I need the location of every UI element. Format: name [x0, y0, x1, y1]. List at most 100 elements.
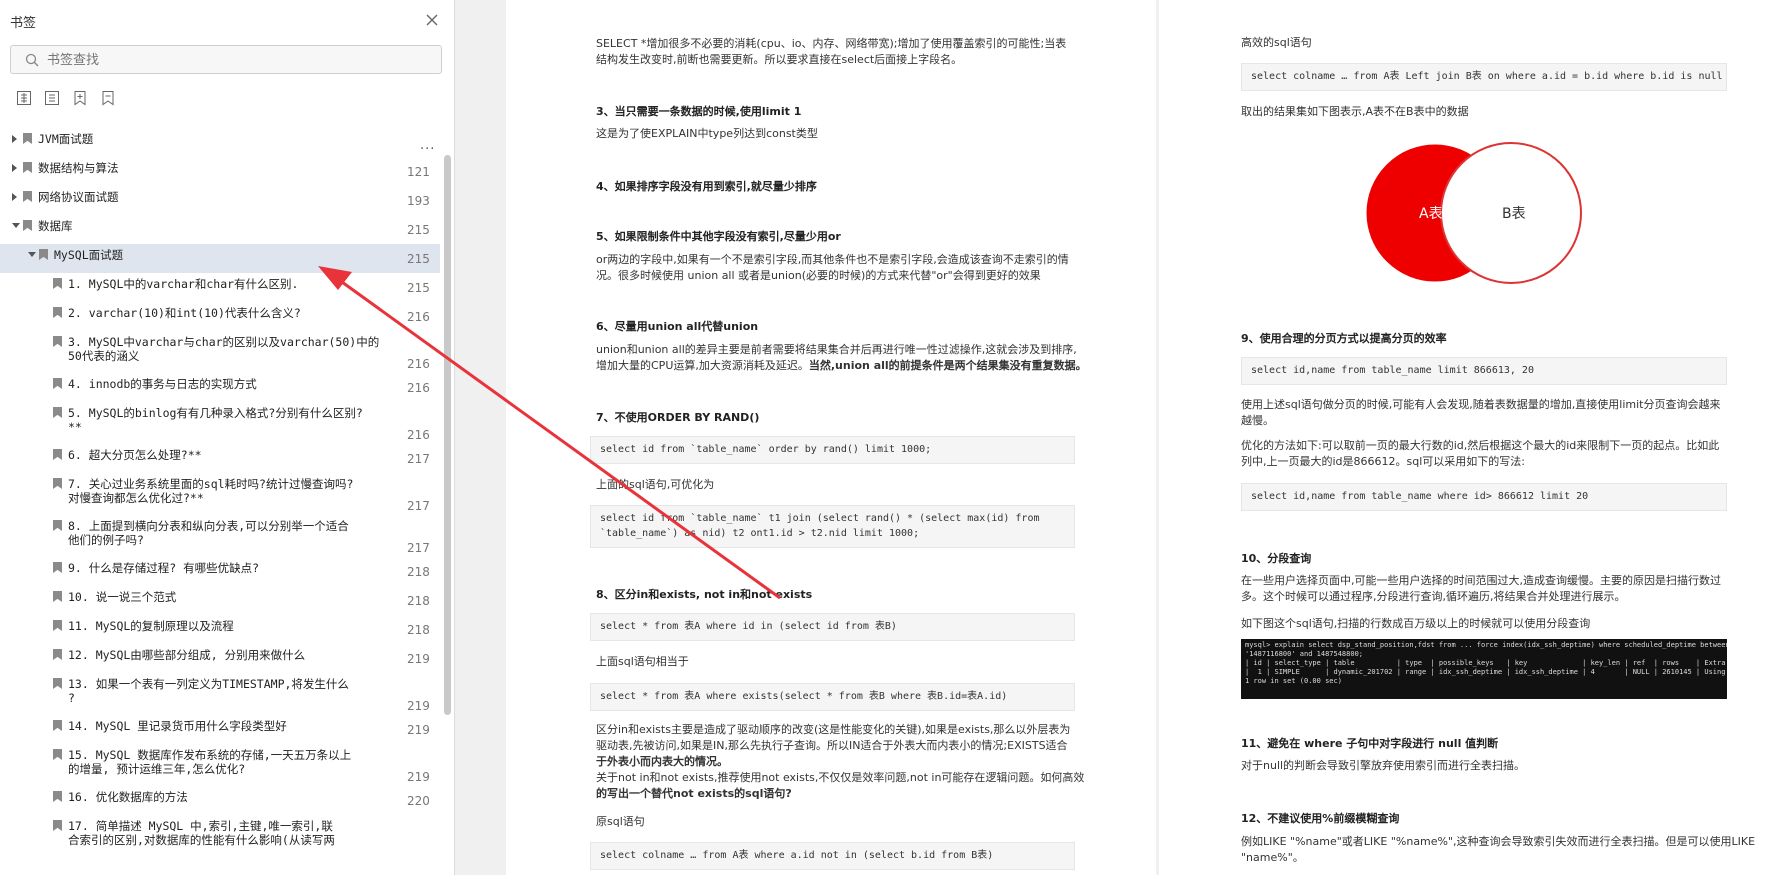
chevron-down-icon[interactable] [12, 223, 20, 228]
bookmark-item[interactable]: 15. MySQL 数据库作发布系统的存储,一天五万条以上 的增量, 预计运维三… [0, 744, 440, 786]
bookmark-icon [53, 749, 62, 760]
bookmark-page-number: 216 [407, 357, 430, 371]
bookmark-icon [53, 278, 62, 289]
code-block: select * from 表A where exists(select * f… [590, 683, 1075, 711]
code-block: select colname … from A表 Left join B表 on… [1241, 63, 1727, 91]
bookmark-item[interactable]: MySQL面试题 215 [0, 244, 440, 273]
bookmark-label: 13. 如果一个表有一列定义为TIMESTAMP,将发生什么 ? [68, 677, 349, 705]
bookmark-label: 1. MySQL中的varchar和char有什么区别. [68, 277, 299, 291]
paragraph: 关于not in和not exists,推荐使用not exists,不仅仅是效… [596, 771, 1085, 784]
paragraph: 多。这个时候可以通过程序,分段进行查询,循环遍历,将结果合并处理进行展示。 [1241, 590, 1626, 603]
bookmark-item[interactable]: JVM面试题 [0, 128, 440, 157]
bookmark-search-box[interactable] [10, 45, 442, 74]
chevron-right-icon[interactable] [12, 164, 17, 172]
code-block: select id from `table_name` order by ran… [590, 436, 1075, 464]
document-page-right: 高效的sql语句 select colname … from A表 Left j… [1159, 0, 1789, 875]
bookmark-page-number: 217 [407, 541, 430, 555]
bookmark-label: 11. MySQL的复制原理以及流程 [68, 619, 234, 633]
bookmark-icon [53, 407, 62, 418]
chevron-down-icon[interactable] [28, 252, 36, 257]
bookmark-item[interactable]: 3. MySQL中varchar与char的区别以及varchar(50)中的 … [0, 331, 440, 373]
code-line: `table_name`) as nid) t2 ont1.id > t2.ni… [600, 528, 920, 539]
bookmark-item[interactable]: 数据结构与算法 121 [0, 157, 440, 186]
bookmark-label: 16. 优化数据库的方法 [68, 790, 188, 804]
terminal-line: '1487116800' and 1487548800; [1245, 650, 1364, 658]
section-heading: 11、避免在 where 子句中对字段进行 null 值判断 [1241, 737, 1499, 750]
bookmark-page-number: 215 [407, 223, 430, 237]
paragraph: 于外表小而内表大的情况。 [596, 755, 728, 768]
bookmark-search-input[interactable] [47, 50, 427, 70]
scrollbar[interactable] [444, 155, 451, 715]
bookmark-label: JVM面试题 [38, 132, 94, 146]
bookmark-label: 17. 简单描述 MySQL 中,索引,主键,唯一索引,联 合索引的区别,对数据… [68, 819, 335, 847]
bookmark-icon [23, 133, 32, 144]
bookmark-item[interactable]: 17. 简单描述 MySQL 中,索引,主键,唯一索引,联 合索引的区别,对数据… [0, 815, 440, 857]
bookmark-page-number: 215 [407, 281, 430, 295]
bookmark-item[interactable]: 14. MySQL 里记录货币用什么字段类型好 219 [0, 715, 440, 744]
bookmark-item[interactable]: 6. 超大分页怎么处理?** 217 [0, 444, 440, 473]
bookmark-item[interactable]: 11. MySQL的复制原理以及流程 218 [0, 615, 440, 644]
bookmark-item[interactable]: 12. MySQL由哪些部分组成, 分别用来做什么 219 [0, 644, 440, 673]
section-heading: 3、当只需要一条数据的时候,使用limit 1 [596, 105, 802, 118]
paragraph: 况。很多时候使用 union all 或者是union(必要的时候)的方式来代替… [596, 269, 1041, 282]
bookmark-label: 3. MySQL中varchar与char的区别以及varchar(50)中的 … [68, 335, 380, 363]
terminal-line: mysql> explain select dsp_stand_position… [1245, 641, 1727, 649]
chevron-right-icon[interactable] [12, 193, 17, 201]
bookmark-page-number: 218 [407, 565, 430, 579]
bookmark-icon [53, 378, 62, 389]
bookmark-icon [53, 820, 62, 831]
bookmark-icon [53, 591, 62, 602]
section-heading: 7、不使用ORDER BY RAND() [596, 411, 760, 424]
paragraph: 高效的sql语句 [1241, 36, 1312, 49]
chevron-right-icon[interactable] [12, 135, 17, 143]
bookmark-icon [53, 449, 62, 460]
bookmark-item[interactable]: 5. MySQL的binlog有有几种录入格式?分别有什么区别? ** 216 [0, 402, 440, 444]
bookmark-item[interactable]: 8. 上面提到横向分表和纵向分表,可以分别举一个适合 他们的例子吗? 217 [0, 515, 440, 557]
bookmark-item[interactable]: 网络协议面试题 193 [0, 186, 440, 215]
bookmark-icon[interactable] [100, 90, 116, 106]
bookmark-label: 9. 什么是存储过程? 有哪些优缺点? [68, 561, 260, 575]
section-heading: 12、不建议使用%前缀模糊查询 [1241, 812, 1400, 825]
bookmark-page-number: 219 [407, 652, 430, 666]
bookmark-panel: 书签 ... JVM面试题数据结构与算法121网络协议面试题193数据库215M… [0, 0, 455, 875]
bookmark-item[interactable]: 9. 什么是存储过程? 有哪些优缺点? 218 [0, 557, 440, 586]
paragraph: 优化的方法如下:可以取前一页的最大行数的id,然后根据这个最大的id来限制下一页… [1241, 439, 1720, 452]
bookmark-icon [23, 191, 32, 202]
bookmark-item[interactable]: 16. 优化数据库的方法 220 [0, 786, 440, 815]
section-heading: 4、如果排序字段没有用到索引,就尽量少排序 [596, 180, 817, 193]
bookmark-label: 15. MySQL 数据库作发布系统的存储,一天五万条以上 的增量, 预计运维三… [68, 748, 352, 776]
bookmark-item[interactable]: 7. 关心过业务系统里面的sql耗时吗?统计过慢查询吗? 对慢查询都怎么优化过?… [0, 473, 440, 515]
terminal-line: | id | select_type | table | type | poss… [1245, 659, 1726, 667]
bookmark-page-number: 220 [407, 794, 430, 808]
bookmark-item[interactable]: 13. 如果一个表有一列定义为TIMESTAMP,将发生什么 ? 219 [0, 673, 440, 715]
paragraph: 使用上述sql语句做分页的时候,可能有人会发现,随着表数据量的增加,直接使用li… [1241, 398, 1721, 411]
bookmark-panel-title: 书签 [10, 16, 37, 31]
code-block: select colname … from A表 where a.id not … [590, 842, 1075, 870]
bookmark-page-number: 219 [407, 770, 430, 784]
bookmark-icon [53, 720, 62, 731]
collapse-all-icon[interactable] [44, 90, 60, 106]
bookmark-label: 10. 说一说三个范式 [68, 590, 177, 604]
add-bookmark-icon[interactable] [72, 90, 88, 106]
bookmark-item[interactable]: 4. innodb的事务与日志的实现方式 216 [0, 373, 440, 402]
expand-all-icon[interactable] [16, 90, 32, 106]
close-icon[interactable] [424, 12, 440, 28]
paragraph: or两边的字段中,如果有一个不是索引字段,而其他条件也不是索引字段,会造成该查询… [596, 253, 1069, 266]
bookmark-item[interactable]: 2. varchar(10)和int(10)代表什么含义? 216 [0, 302, 440, 331]
paragraph-bold: 当然,union all的前提条件是两个结果集没有重复数据。 [808, 359, 1087, 372]
bookmark-panel-header: 书签 [0, 0, 454, 40]
bookmark-item[interactable]: 1. MySQL中的varchar和char有什么区别. 215 [0, 273, 440, 302]
bookmark-tree: JVM面试题数据结构与算法 121 网络协议面试题 193 数据库 215 MySQL面试题… [0, 124, 440, 875]
terminal-screenshot: mysql> explain select dsp_stand_position… [1241, 639, 1727, 699]
bookmark-item[interactable]: 数据库 215 [0, 215, 440, 244]
paragraph: 上面sql语句相当于 [596, 655, 689, 668]
venn-label-a: A表 [1419, 206, 1443, 222]
paragraph: 上面的sql语句,可优化为 [596, 478, 715, 491]
paragraph: union和union all的差异主要是前者需要将结果集合并后再进行唯一性过滤… [596, 343, 1077, 356]
bookmark-page-number: 217 [407, 499, 430, 513]
bookmark-label: 2. varchar(10)和int(10)代表什么含义? [68, 306, 301, 320]
bookmark-label: 数据库 [38, 219, 73, 233]
bookmark-page-number: 219 [407, 723, 430, 737]
bookmark-icon [53, 649, 62, 660]
bookmark-item[interactable]: 10. 说一说三个范式 218 [0, 586, 440, 615]
